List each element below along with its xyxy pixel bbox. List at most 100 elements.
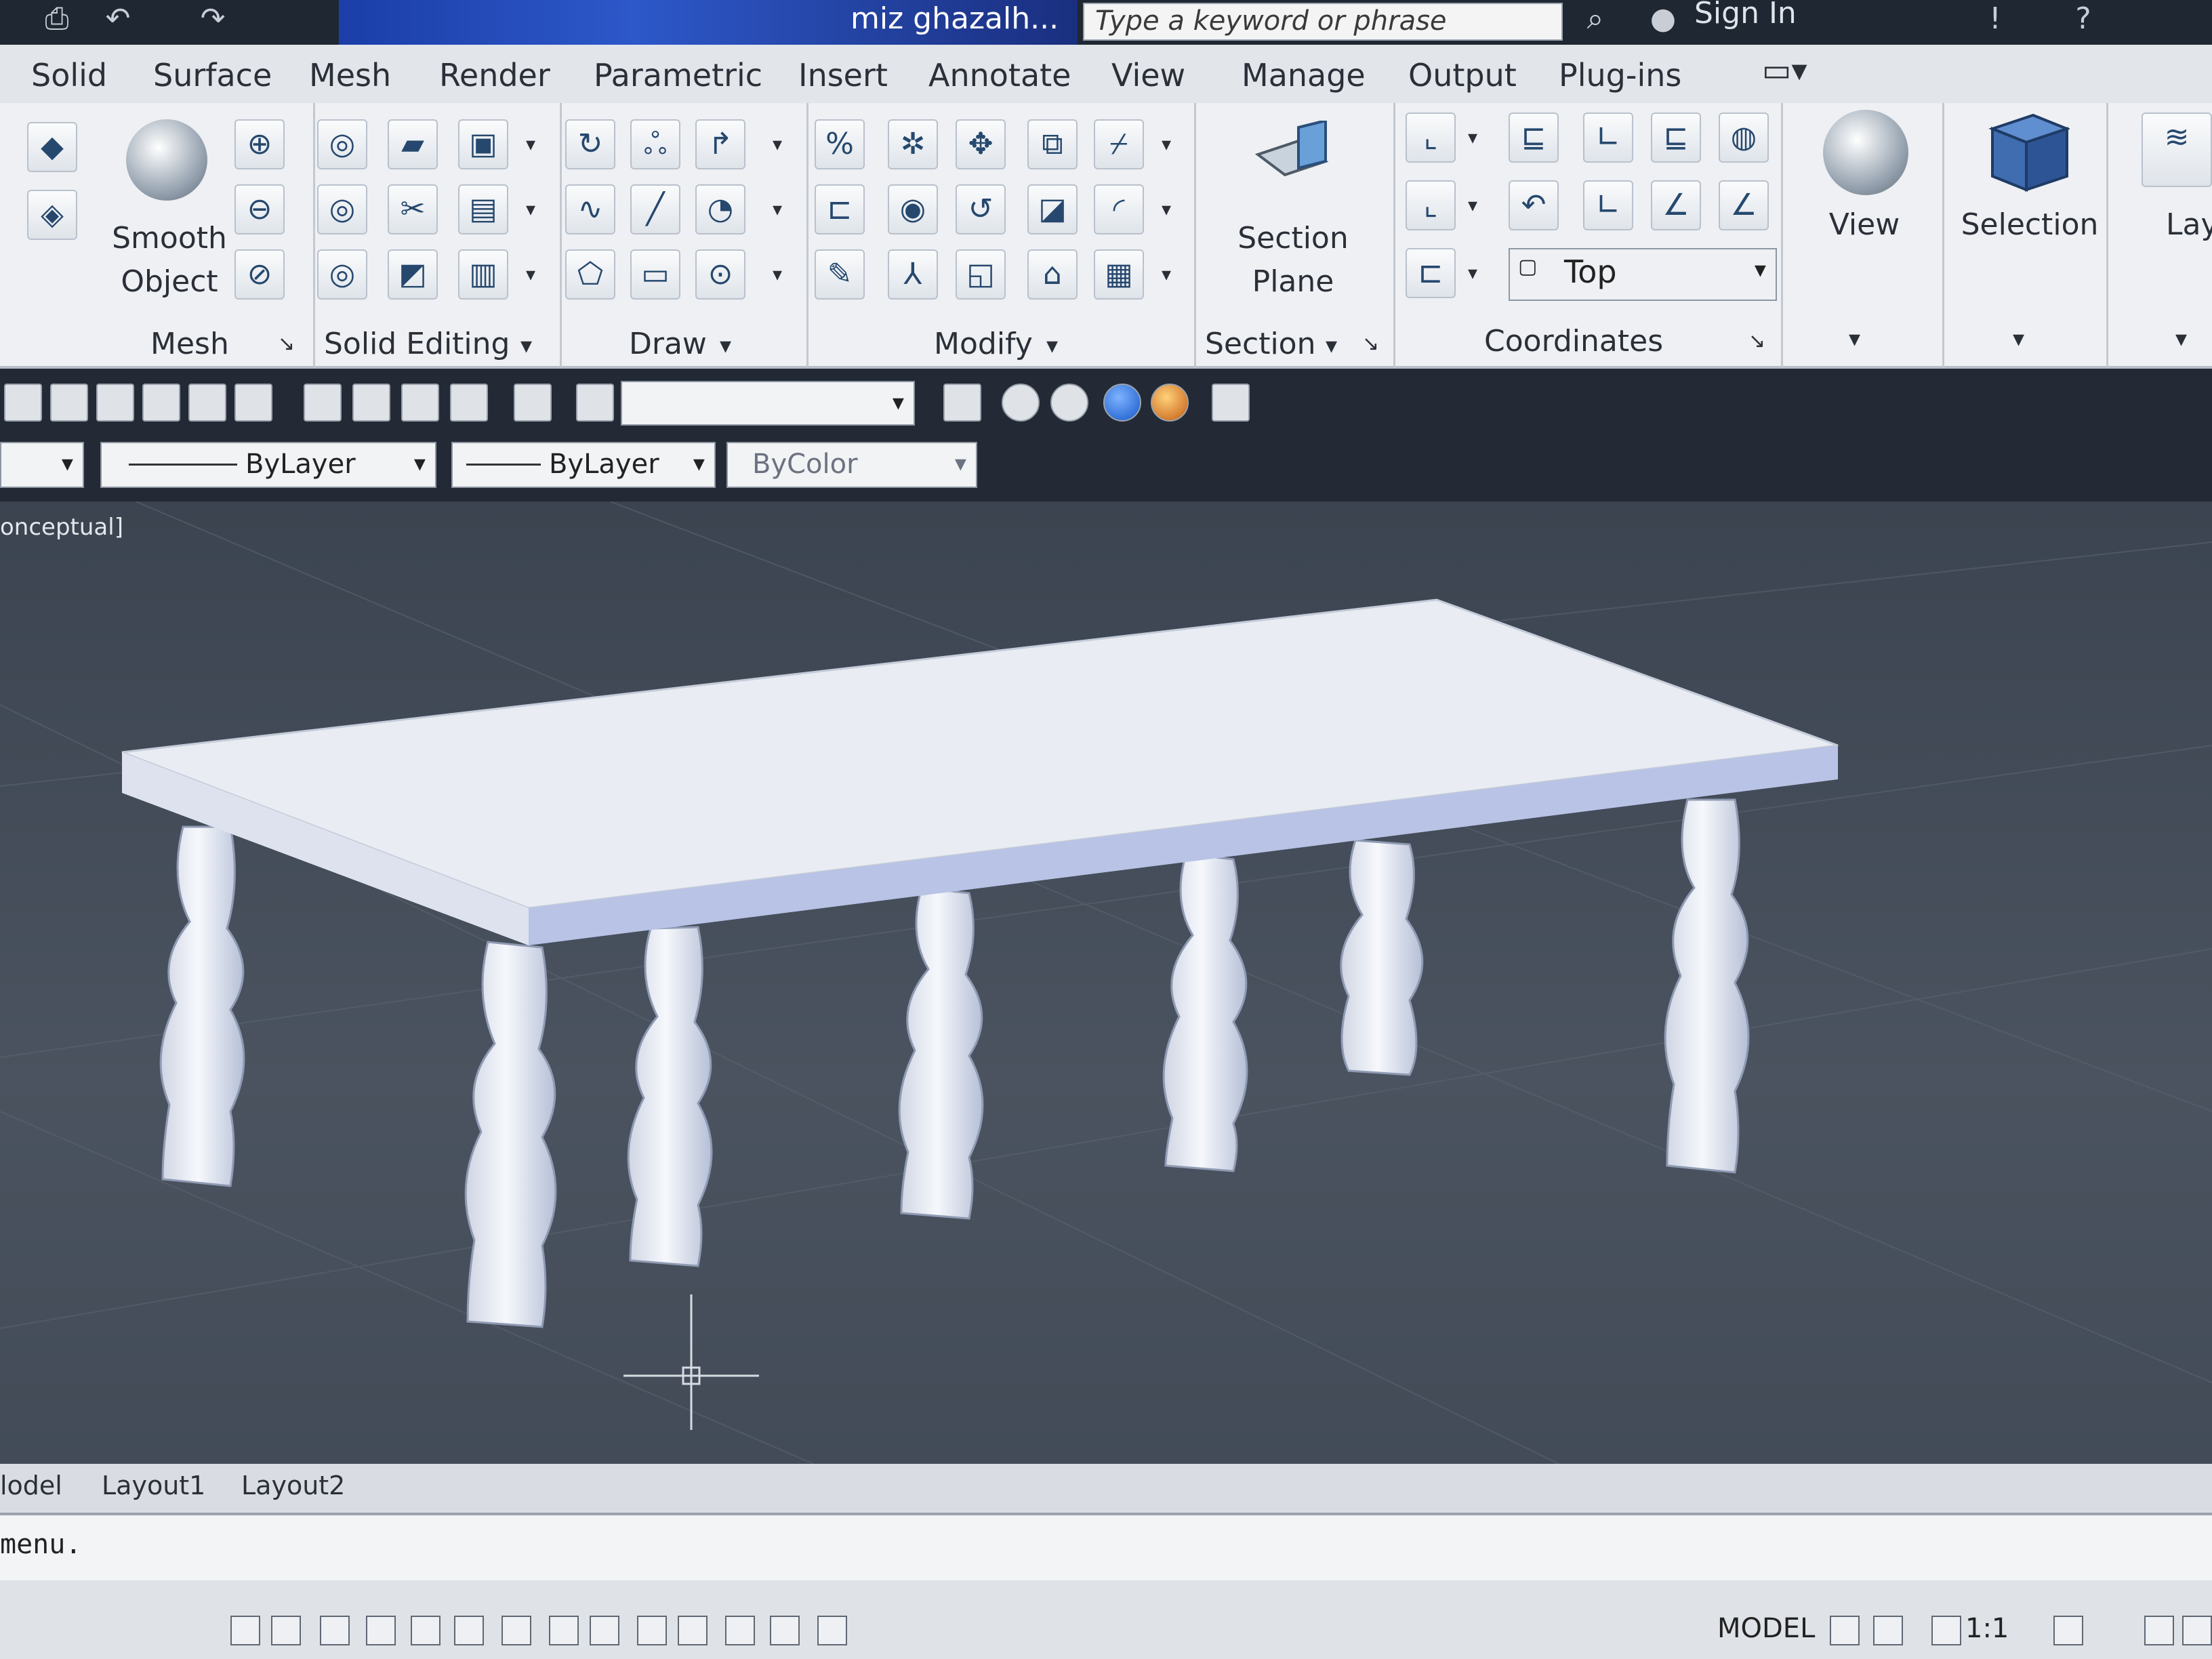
union-icon[interactable]: ◎ xyxy=(317,119,367,169)
rectangle-icon[interactable]: ▭ xyxy=(630,249,680,300)
color-combo[interactable]: ▾ xyxy=(0,442,84,488)
line-icon[interactable]: ╱ xyxy=(630,184,680,234)
copy-icon[interactable]: ⧉ xyxy=(1027,119,1078,169)
imprint-icon[interactable]: ▤ xyxy=(458,184,508,234)
view-se-iso-icon[interactable] xyxy=(352,384,390,422)
ucs-z-icon[interactable]: ∠ xyxy=(1651,180,1701,230)
help-icon[interactable]: ? xyxy=(2067,4,2100,34)
tab-annotate[interactable]: Annotate xyxy=(928,57,1071,94)
ucs-face-icon[interactable]: ⊑ xyxy=(1651,112,1701,163)
view-sw-iso-icon[interactable] xyxy=(304,384,342,422)
view-left-icon[interactable] xyxy=(96,384,134,422)
curve-icon[interactable]: ∿ xyxy=(565,184,615,234)
draw-dropdown-icon[interactable]: ▾ xyxy=(773,198,782,220)
tab-insert[interactable]: Insert xyxy=(798,57,888,94)
quick-view-drawings-icon[interactable] xyxy=(1873,1616,1903,1645)
fillet-icon[interactable]: ◜ xyxy=(1094,184,1144,234)
view-right-icon[interactable] xyxy=(142,384,180,422)
trim-icon[interactable]: ⌿ xyxy=(1094,119,1144,169)
tab-view[interactable]: View xyxy=(1111,57,1185,94)
move-icon[interactable]: ✥ xyxy=(956,119,1006,169)
stretch-icon[interactable]: ◪ xyxy=(1027,184,1078,234)
user-icon[interactable]: ● xyxy=(1647,4,1679,34)
lock-icon[interactable] xyxy=(2182,1616,2212,1645)
otrack-icon[interactable] xyxy=(549,1616,579,1645)
visual-style-manager-icon[interactable] xyxy=(1212,384,1250,422)
panel-label-section[interactable]: Section xyxy=(1205,327,1315,361)
section-plane-button[interactable]: Section Plane xyxy=(1225,217,1361,304)
helix-icon[interactable]: ↻ xyxy=(565,119,615,169)
tab-render[interactable]: Render xyxy=(439,57,550,94)
selection-cube-icon[interactable] xyxy=(1986,108,2071,192)
workspace-gear-icon[interactable] xyxy=(2144,1616,2174,1645)
mesh-smooth-more-icon[interactable]: ⊕ xyxy=(234,119,285,169)
ucs-dropdown-icon[interactable]: ▾ xyxy=(1468,194,1477,216)
tab-plug-ins[interactable]: Plug-ins xyxy=(1559,57,1681,94)
smooth-object-icon[interactable] xyxy=(126,119,207,201)
camera-icon[interactable] xyxy=(514,384,552,422)
binoculars-icon[interactable]: ⌕ xyxy=(1579,4,1612,34)
dyn-icon[interactable] xyxy=(637,1616,667,1645)
sign-in-link[interactable]: Sign In xyxy=(1694,0,1797,30)
mesh-refine-icon[interactable]: ⊘ xyxy=(234,249,285,300)
annotation-visibility-icon[interactable] xyxy=(2053,1616,2083,1645)
search-input[interactable]: Type a keyword or phrase xyxy=(1083,3,1563,41)
3d-osnap-icon[interactable] xyxy=(501,1616,531,1645)
annotation-scale-value[interactable]: 1:1 xyxy=(1965,1613,2009,1644)
mesh-panel-launcher-icon[interactable]: ↘ xyxy=(278,332,295,356)
ucs-x-icon[interactable]: ∟ xyxy=(1583,180,1633,230)
tab-layout2[interactable]: Layout2 xyxy=(241,1471,345,1500)
view-bottom-icon[interactable] xyxy=(50,384,88,422)
chevron-down-icon[interactable]: ▾ xyxy=(2175,325,2187,352)
view-front-icon[interactable] xyxy=(188,384,226,422)
model-space-toggle[interactable]: MODEL xyxy=(1717,1613,1815,1644)
draw-dropdown-icon[interactable]: ▾ xyxy=(773,263,782,285)
solid-edit-dropdown-icon[interactable]: ▾ xyxy=(526,198,535,220)
smooth-object-button[interactable]: Smooth Object xyxy=(108,217,230,304)
section-panel-launcher-icon[interactable]: ↘ xyxy=(1362,332,1379,356)
explode-icon[interactable]: ⌂ xyxy=(1027,249,1078,300)
named-view-combo[interactable]: ▢ Top ▾ xyxy=(1509,248,1777,301)
offset-icon[interactable]: ◱ xyxy=(956,249,1006,300)
separate-icon[interactable]: ▥ xyxy=(458,249,508,300)
coordinates-panel-launcher-icon[interactable]: ↘ xyxy=(1748,329,1765,353)
redo-icon[interactable]: ↷ xyxy=(197,4,229,34)
erase-icon[interactable]: ✎ xyxy=(815,249,865,300)
undo-icon[interactable]: ↶ xyxy=(102,4,134,34)
modify-dropdown-icon[interactable]: ▾ xyxy=(1162,133,1171,155)
polygon-icon[interactable]: ⬠ xyxy=(565,249,615,300)
info-icon[interactable]: ! xyxy=(1979,4,2011,34)
wireframe-icon[interactable] xyxy=(1002,384,1040,422)
tab-parametric[interactable]: Parametric xyxy=(594,57,762,94)
thicken-icon[interactable]: ◩ xyxy=(388,249,438,300)
ucs-origin-icon[interactable]: ∟ xyxy=(1583,112,1633,163)
ucs-previous-icon[interactable]: ↶ xyxy=(1509,180,1559,230)
modify-dropdown-icon[interactable]: ▾ xyxy=(1162,198,1171,220)
annotation-scale-icon[interactable] xyxy=(1931,1616,1961,1645)
panel-label-modify[interactable]: Modify xyxy=(934,327,1033,361)
chevron-down-icon[interactable]: ▾ xyxy=(1849,325,1860,352)
ucs-object-icon[interactable]: ⊏ xyxy=(1406,248,1456,298)
ucs-3point-icon[interactable]: ∠ xyxy=(1719,180,1769,230)
tab-manage[interactable]: Manage xyxy=(1242,57,1366,94)
interfere-icon[interactable]: ▰ xyxy=(388,119,438,169)
view-icon[interactable] xyxy=(1823,110,1908,195)
modify-dropdown-icon[interactable]: ▾ xyxy=(1162,263,1171,285)
mesh-smooth-less-icon[interactable]: ⊖ xyxy=(234,184,285,234)
tab-layout1[interactable]: Layout1 xyxy=(102,1471,205,1500)
zoom-icon[interactable] xyxy=(576,384,614,422)
align-icon[interactable]: ⊏ xyxy=(815,184,865,234)
panel-label-solid-editing[interactable]: Solid Editing xyxy=(324,327,510,361)
chevron-down-icon[interactable]: ▾ xyxy=(720,332,731,359)
solid-edit-dropdown-icon[interactable]: ▾ xyxy=(526,133,535,155)
box-icon[interactable]: ◆ xyxy=(27,122,77,172)
tab-output[interactable]: Output xyxy=(1408,57,1517,94)
osnap-icon[interactable] xyxy=(454,1616,484,1645)
ucs-view-icon[interactable]: ◍ xyxy=(1719,112,1769,163)
ducs-icon[interactable] xyxy=(590,1616,619,1645)
spline-icon[interactable]: ஃ xyxy=(630,119,680,169)
lineweight-toggle-icon[interactable] xyxy=(678,1616,708,1645)
ellipse-icon[interactable]: ⊙ xyxy=(695,249,745,300)
3d-move-icon[interactable]: ◉ xyxy=(888,184,938,234)
section-plane-icon[interactable] xyxy=(1251,119,1332,195)
